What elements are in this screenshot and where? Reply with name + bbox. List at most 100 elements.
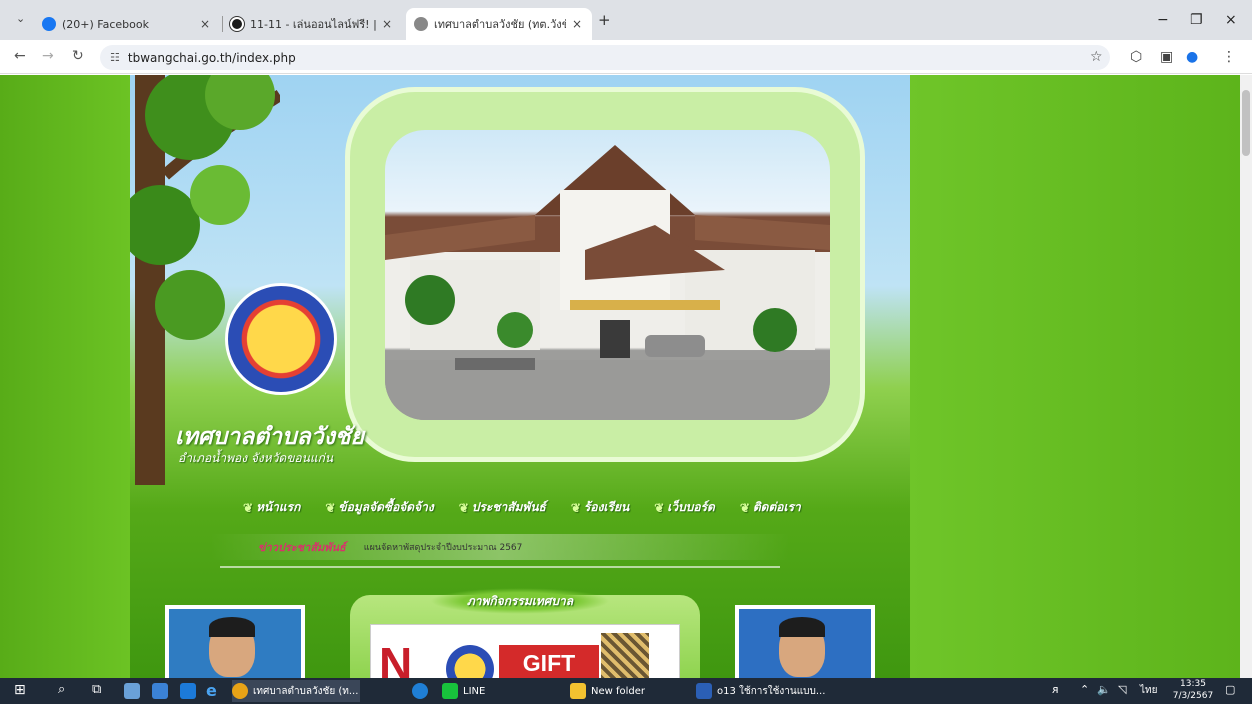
tab-strip: ⌄ (20+) Facebook × 11-11 - เล่นออนไลน์ฟร… (0, 0, 1252, 40)
menu-home[interactable]: ❦ หน้าแรก (243, 498, 300, 517)
taskbar: ⊞ ⌕ ⧉ e เทศบาลตำบลวังชัย (ท... LINE New … (0, 678, 1252, 704)
site-main: เทศบาลตำบลวังชัย อำเภอน้ำพอง จังหวัดขอนแ… (130, 75, 910, 678)
taskbar-chrome[interactable]: เทศบาลตำบลวังชัย (ท... (232, 680, 360, 702)
tab-facebook[interactable]: (20+) Facebook × (34, 8, 220, 40)
clock-time[interactable]: 13:35 (1176, 679, 1210, 689)
news-label: ข่าวประชาสัมพันธ์ (258, 541, 346, 554)
store-icon[interactable] (152, 683, 168, 699)
activity-title: ภาพกิจกรรมเทศบาล (430, 588, 610, 614)
page-right-background (910, 75, 1240, 678)
folder-icon (570, 683, 586, 699)
url-text: tbwangchai.go.th/index.php (127, 50, 296, 65)
reload-icon[interactable]: ↻ (72, 48, 84, 64)
municipality-seal-logo (225, 283, 337, 395)
forward-icon[interactable]: → (42, 48, 54, 64)
people-icon[interactable]: ᴙ (1052, 683, 1059, 696)
site-subtitle: อำเภอน้ำพอง จังหวัดขอนแก่น (178, 451, 334, 465)
portrait-hair (209, 617, 255, 637)
tab-poki[interactable]: 11-11 - เล่นออนไลน์ฟรี! | Poki × (222, 8, 402, 40)
banner-gift-word: GIFT (499, 645, 599, 678)
edge-icon (412, 683, 428, 699)
toolbar: ← → ↻ ☷ tbwangchai.go.th/index.php ☆ ⬡ ▣… (0, 40, 1252, 74)
tab-wangchai[interactable]: เทศบาลตำบลวังชัย (ทต.วังชัย) อ.น้ำ × (406, 8, 592, 40)
menu-label: เว็บบอร์ด (667, 500, 715, 514)
news-divider (220, 566, 780, 568)
scrollbar-thumb[interactable] (1242, 90, 1250, 156)
menu-webboard[interactable]: ❦ เว็บบอร์ด (654, 498, 715, 517)
office-building-photo (385, 130, 830, 420)
restore-button[interactable]: ❐ (1190, 12, 1203, 28)
profile-icon[interactable]: ● (1186, 49, 1198, 65)
menu-complaints[interactable]: ❦ ร้องเรียน (571, 498, 629, 517)
activity-gift-banner[interactable]: N GIFT (370, 624, 680, 678)
poki-icon (230, 17, 244, 31)
taskbar-word[interactable]: o13 ใช้การใช้งานแบบ... (696, 680, 826, 702)
tab-title: 11-11 - เล่นออนไลน์ฟรี! | Poki (250, 18, 376, 31)
chrome-icon (232, 683, 248, 699)
ie-icon[interactable]: e (206, 681, 217, 700)
menu-label: ร้องเรียน (583, 500, 630, 514)
taskbar-line[interactable]: LINE (442, 680, 512, 702)
menu-pr[interactable]: ❦ ประชาสัมพันธ์ (459, 498, 546, 517)
taskbar-edge[interactable] (412, 680, 436, 702)
close-tab-icon[interactable]: × (570, 17, 584, 31)
tray-expand-icon[interactable]: ⌃ (1080, 683, 1089, 696)
page-left-background (0, 75, 130, 678)
volume-icon[interactable]: 🔈 (1097, 683, 1111, 696)
close-tab-icon[interactable]: × (380, 17, 394, 31)
vertical-scrollbar[interactable] (1240, 75, 1252, 678)
new-tab-button[interactable]: + (598, 11, 611, 29)
menu-kebab-icon[interactable]: ⋮ (1222, 49, 1236, 65)
close-tab-icon[interactable]: × (198, 17, 212, 31)
clock-date[interactable]: 7/3/2567 (1170, 691, 1216, 701)
taskbar-folder[interactable]: New folder (570, 680, 680, 702)
leaf-icon: ❦ (739, 500, 750, 515)
banner-pattern (601, 633, 649, 678)
news-ticker: ข่าวประชาสัมพันธ์ แผนจัดหาพัสดุประจำปีงบ… (210, 534, 790, 560)
task-view-icon[interactable]: ⧉ (92, 682, 101, 697)
taskbar-label: LINE (463, 685, 486, 697)
side-panel-icon[interactable]: ▣ (1160, 49, 1173, 65)
bookmark-star-icon[interactable]: ☆ (1090, 49, 1103, 65)
leaf-icon: ❦ (458, 500, 469, 515)
extensions-icon[interactable]: ⬡ (1130, 49, 1142, 65)
taskbar-label: o13 ใช้การใช้งานแบบ... (717, 685, 826, 697)
search-icon[interactable]: ⌕ (58, 682, 65, 697)
line-icon (442, 683, 458, 699)
network-icon[interactable]: ◹ (1118, 683, 1126, 696)
main-menu: ❦ หน้าแรก ❦ ข้อมูลจัดซื้อจัดจ้าง ❦ ประชาสัม… (243, 498, 801, 517)
menu-contact[interactable]: ❦ ติดต่อเรา (740, 498, 801, 517)
tab-search-chevron-icon[interactable]: ⌄ (16, 12, 25, 25)
word-icon (696, 683, 712, 699)
taskbar-label: เทศบาลตำบลวังชัย (ท... (253, 685, 359, 697)
portrait-photo (739, 609, 871, 678)
news-item-link[interactable]: แผนจัดหาพัสดุประจำปีงบประมาณ 2567 (364, 540, 523, 554)
web-page: เทศบาลตำบลวังชัย อำเภอน้ำพอง จังหวัดขอนแ… (0, 75, 1240, 678)
tab-title: (20+) Facebook (62, 17, 149, 31)
site-info-icon[interactable]: ☷ (110, 51, 120, 64)
portrait-hair (779, 617, 825, 637)
notification-icon[interactable]: ▢ (1225, 683, 1235, 696)
facebook-icon (42, 17, 56, 31)
app-icon[interactable] (124, 683, 140, 699)
leaf-icon: ❦ (325, 500, 336, 515)
menu-label: ติดต่อเรา (752, 500, 801, 514)
taskbar-label: New folder (591, 685, 646, 697)
leaf-icon: ❦ (654, 500, 665, 515)
back-icon[interactable]: ← (14, 48, 26, 64)
building-illustration (385, 145, 830, 420)
input-language[interactable]: ไทย (1140, 683, 1157, 698)
official-portrait-left[interactable] (165, 605, 305, 678)
leaf-icon: ❦ (243, 500, 254, 515)
start-windows-icon[interactable]: ⊞ (14, 682, 26, 698)
minimize-button[interactable]: − (1157, 12, 1169, 28)
mail-icon[interactable] (180, 683, 196, 699)
menu-label: ข้อมูลจัดซื้อจัดจ้าง (338, 500, 434, 514)
globe-icon (414, 17, 428, 31)
menu-procurement[interactable]: ❦ ข้อมูลจัดซื้อจัดจ้าง (325, 498, 433, 517)
menu-label: ประชาสัมพันธ์ (471, 500, 546, 514)
close-window-button[interactable]: × (1225, 12, 1237, 28)
official-portrait-right[interactable] (735, 605, 875, 678)
address-bar[interactable]: ☷ tbwangchai.go.th/index.php (100, 45, 1110, 70)
menu-label: หน้าแรก (256, 500, 301, 514)
